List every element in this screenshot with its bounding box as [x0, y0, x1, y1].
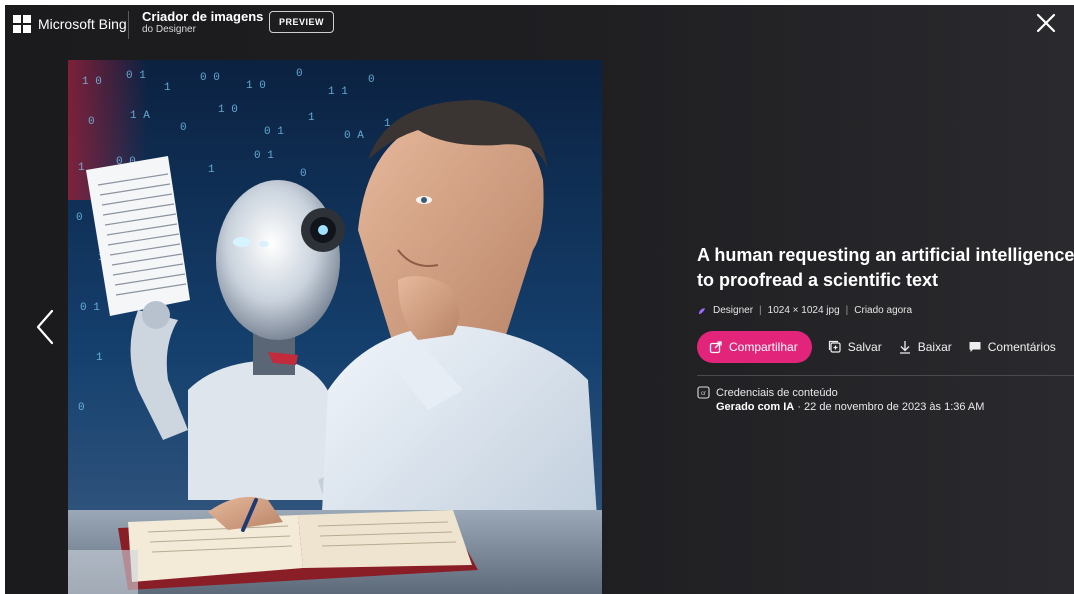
download-label: Baixar	[917, 340, 952, 354]
comments-button[interactable]: Comentários	[968, 340, 1056, 354]
svg-text:1: 1	[308, 112, 315, 124]
bing-brand[interactable]: Microsoft Bing	[13, 15, 127, 33]
close-icon[interactable]	[1034, 11, 1058, 35]
svg-text:0: 0	[76, 212, 83, 224]
svg-text:1 0: 1 0	[82, 76, 102, 88]
app-title-sub: do Designer	[142, 24, 196, 35]
credentials-label: Credenciais de conteúdo	[716, 387, 838, 399]
preview-badge: PREVIEW	[269, 11, 335, 33]
meta-separator: |	[759, 305, 762, 316]
microsoft-logo-icon	[13, 15, 31, 33]
svg-text:0: 0	[88, 116, 95, 128]
svg-text:0: 0	[368, 74, 375, 86]
save-label: Salvar	[847, 340, 882, 354]
save-button[interactable]: Salvar	[828, 340, 882, 354]
meta-separator: |	[845, 305, 849, 316]
generated-date: · 22 de novembro de 2023 às 1:36 AM	[797, 401, 985, 413]
svg-text:1 0: 1 0	[218, 104, 238, 116]
svg-text:0 0: 0 0	[200, 72, 220, 84]
svg-text:0: 0	[180, 122, 187, 134]
image-info-panel: A human requesting an artificial intelli…	[697, 243, 1074, 414]
share-label: Compartilhar	[729, 340, 798, 354]
svg-text:0: 0	[78, 402, 85, 414]
share-button[interactable]: Compartilhar	[697, 331, 812, 363]
svg-text:1 0: 1 0	[246, 80, 266, 92]
action-bar: Compartilhar Salvar Baixar Comentários	[697, 331, 1074, 363]
svg-text:0 A: 0 A	[344, 130, 364, 142]
header-divider	[128, 11, 129, 39]
app-title[interactable]: Criador de imagens do Designer	[142, 9, 263, 36]
comments-label: Comentários	[987, 340, 1056, 354]
share-icon	[709, 341, 722, 354]
image-viewer: Microsoft Bing Criador de imagens do Des…	[5, 5, 1074, 594]
content-credentials-icon: cr	[697, 386, 710, 399]
chevron-left-icon[interactable]	[33, 307, 57, 347]
svg-text:0 1: 0 1	[80, 302, 100, 314]
svg-text:1: 1	[78, 162, 85, 174]
generated-label: Gerado com IA	[716, 401, 795, 413]
designer-icon	[699, 307, 705, 314]
svg-text:1: 1	[96, 352, 103, 364]
svg-text:0 1: 0 1	[264, 126, 284, 138]
credentials-text: Credenciais de conteúdo Gerado com IA · …	[716, 386, 984, 414]
meta-created: Criado agora	[854, 305, 913, 316]
svg-text:1 A: 1 A	[130, 110, 150, 122]
image-meta: Designer | 1024 × 1024 jpg | Criado agor…	[697, 305, 1074, 316]
generated-image[interactable]: 1 00 11 0 01 00 1 10 01 A0 1 00 11 0 A1 …	[68, 60, 602, 594]
svg-text:1: 1	[208, 164, 215, 176]
svg-text:1 1: 1 1	[328, 86, 348, 98]
header: Microsoft Bing Criador de imagens do Des…	[5, 5, 1074, 45]
download-icon	[899, 341, 910, 354]
generated-image-artwork: 1 00 11 0 01 00 1 10 01 A0 1 00 11 0 A1 …	[68, 60, 602, 594]
app-title-main: Criador de imagens	[142, 9, 264, 24]
credentials-detail: Gerado com IA · 22 de novembro de 2023 à…	[716, 400, 984, 414]
svg-text:0: 0	[300, 168, 307, 180]
brand-name: Microsoft Bing	[38, 16, 127, 32]
svg-text:1: 1	[164, 82, 171, 94]
svg-text:0: 0	[296, 68, 303, 80]
divider-line	[697, 375, 1074, 376]
svg-text:cr: cr	[701, 391, 706, 397]
meta-source: Designer	[713, 305, 754, 316]
svg-text:0 1: 0 1	[126, 70, 146, 82]
collection-add-icon	[828, 340, 841, 353]
comment-icon	[969, 342, 981, 352]
content-credentials[interactable]: cr Credenciais de conteúdo Gerado com IA…	[697, 386, 1074, 414]
image-title: A human requesting an artificial intelli…	[697, 245, 1074, 290]
meta-dimensions: 1024 × 1024 jpg	[767, 305, 840, 316]
download-button[interactable]: Baixar	[898, 340, 952, 354]
svg-text:0 1: 0 1	[254, 150, 274, 162]
